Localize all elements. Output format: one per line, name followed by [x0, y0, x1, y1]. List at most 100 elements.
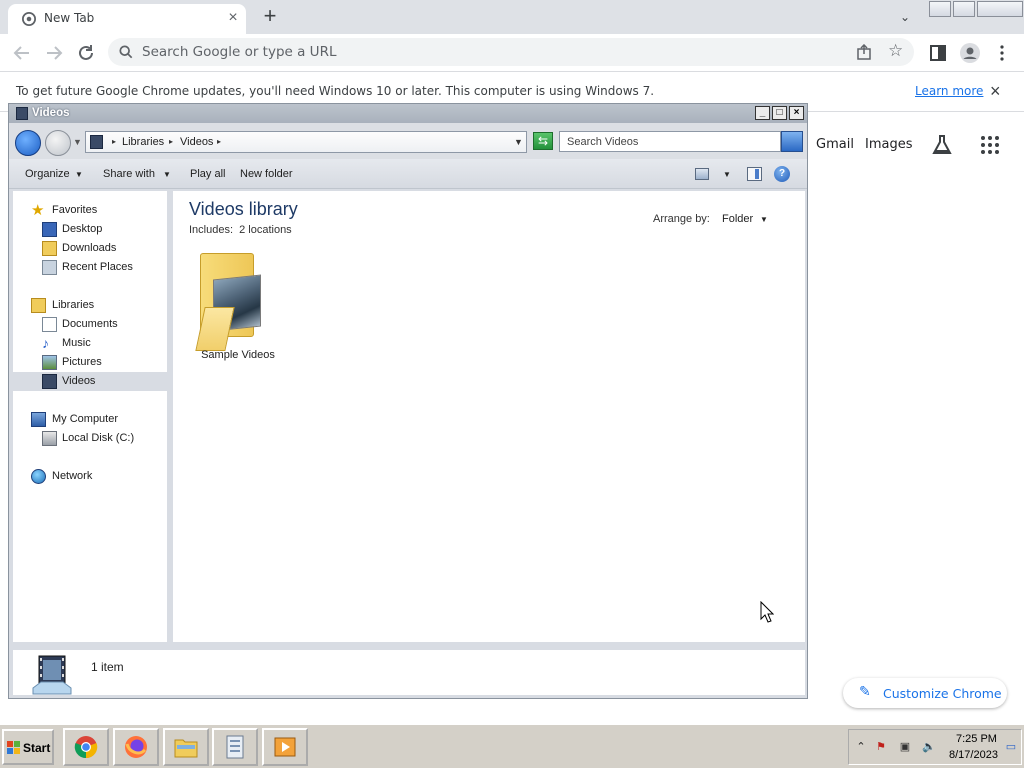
omnibox[interactable]: Search Google or type a URL ☆	[108, 38, 914, 66]
nav-label: Music	[62, 337, 91, 349]
chevron-right-icon[interactable]: ▸	[217, 137, 221, 146]
bookmark-star-icon[interactable]: ☆	[888, 41, 903, 61]
images-link[interactable]: Images	[865, 137, 913, 152]
minimize-button[interactable]: _	[755, 106, 770, 120]
video-library-icon	[16, 107, 28, 120]
forward-arrow-icon[interactable]	[42, 41, 66, 65]
change-view-icon[interactable]	[695, 168, 709, 180]
show-hidden-icons[interactable]: ⌃	[853, 740, 869, 756]
help-icon[interactable]: ?	[774, 166, 790, 182]
arrange-by-dropdown[interactable]: Folder	[722, 213, 753, 225]
show-desktop-icon[interactable]: ▭	[1003, 740, 1019, 756]
nav-item-pictures[interactable]: Pictures	[13, 353, 170, 372]
refresh-button[interactable]: ⇆	[533, 132, 553, 150]
music-icon: ♪	[42, 335, 49, 351]
nav-item-recent-places[interactable]: Recent Places	[13, 258, 170, 277]
share-with-button[interactable]: Share with	[103, 168, 155, 180]
breadcrumb-libraries[interactable]: Libraries	[122, 136, 164, 148]
command-bar: Organize ▼ Share with ▼ Play all New fol…	[9, 159, 807, 189]
action-center-flag-icon[interactable]: ⚑	[873, 740, 889, 756]
chrome-icon	[22, 12, 36, 26]
new-tab-button[interactable]: +	[258, 4, 282, 28]
close-icon[interactable]: ×	[990, 81, 1001, 102]
chevron-down-icon[interactable]: ▼	[760, 215, 768, 224]
system-tray: ⌃ ⚑ ▣ 🔈 7:25 PM 8/17/2023 ▭	[848, 729, 1022, 765]
search-input[interactable]: Search Videos	[559, 131, 781, 152]
video-library-icon	[32, 655, 72, 695]
taskbar-media-player[interactable]	[262, 728, 308, 766]
chrome-window-controls	[927, 1, 1023, 17]
search-icon[interactable]	[781, 131, 803, 152]
nav-label: Libraries	[52, 299, 95, 311]
network-status-icon[interactable]: ▣	[897, 740, 913, 756]
learn-more-link[interactable]: Learn more	[915, 84, 983, 98]
address-dropdown-icon[interactable]: ▼	[514, 137, 523, 147]
chevron-right-icon[interactable]: ▸	[112, 137, 116, 146]
nav-label: My Computer	[52, 413, 119, 425]
nav-item-downloads[interactable]: Downloads	[13, 239, 170, 258]
apps-grid-icon[interactable]	[980, 135, 1000, 155]
labs-flask-icon[interactable]	[930, 133, 954, 157]
taskbar-chrome[interactable]	[63, 728, 109, 766]
play-all-button[interactable]: Play all	[190, 168, 225, 180]
tab-search-button[interactable]: ⌄	[894, 6, 916, 28]
start-button[interactable]: Start	[2, 729, 54, 765]
close-tab-icon[interactable]: ×	[224, 9, 242, 27]
gmail-link[interactable]: Gmail	[816, 137, 854, 152]
chevron-down-icon[interactable]: ▼	[723, 170, 731, 179]
explorer-title-bar[interactable]: Videos _ □ ×	[9, 104, 807, 123]
infobar-message: To get future Google Chrome updates, you…	[16, 84, 655, 98]
close-button[interactable]: ×	[789, 106, 804, 120]
preview-pane-icon[interactable]	[747, 167, 762, 181]
breadcrumb-videos[interactable]: Videos	[180, 136, 213, 148]
clock-date[interactable]: 8/17/2023	[949, 749, 998, 761]
nav-item-documents[interactable]: Documents	[13, 315, 170, 334]
nav-item-favorites[interactable]: ★ Favorites	[13, 201, 170, 220]
nav-item-videos[interactable]: Videos	[13, 372, 170, 391]
nav-label: Recent Places	[62, 261, 133, 273]
star-icon: ★	[31, 202, 45, 219]
profile-avatar-icon[interactable]	[958, 41, 982, 65]
customize-chrome-button[interactable]: ✎ Customize Chrome	[843, 678, 1007, 708]
chrome-tab-bar: New Tab × + ⌄	[0, 0, 1024, 34]
organize-button[interactable]: Organize	[25, 168, 70, 180]
address-bar[interactable]: ▸ Libraries ▸ Videos ▸ ▼	[85, 131, 527, 153]
menu-dots-icon[interactable]	[990, 41, 1014, 65]
documents-icon	[42, 317, 57, 332]
recent-places-icon	[42, 260, 57, 275]
minimize-button[interactable]	[929, 1, 951, 17]
back-button[interactable]	[15, 130, 41, 156]
taskbar-explorer[interactable]	[163, 728, 209, 766]
side-panel-icon[interactable]	[926, 41, 950, 65]
desktop-icon	[42, 222, 57, 237]
back-arrow-icon[interactable]	[10, 41, 34, 65]
chevron-right-icon[interactable]: ▸	[169, 137, 173, 146]
close-window-button[interactable]	[977, 1, 1023, 17]
nav-item-desktop[interactable]: Desktop	[13, 220, 170, 239]
library-includes: Includes: 2 locations	[189, 224, 292, 236]
search-placeholder: Search Videos	[567, 136, 639, 148]
taskbar-document-app[interactable]	[212, 728, 258, 766]
nav-item-libraries[interactable]: Libraries	[13, 296, 170, 315]
taskbar-firefox[interactable]	[113, 728, 159, 766]
nav-label: Downloads	[62, 242, 117, 254]
tab-new-tab[interactable]: New Tab ×	[8, 4, 246, 34]
item-count: 1 item	[91, 660, 124, 674]
volume-muted-icon[interactable]: 🔈	[921, 740, 937, 756]
recent-pages-dropdown[interactable]: ▼	[73, 137, 82, 147]
mouse-cursor-icon	[760, 601, 774, 623]
nav-item-local-disk[interactable]: Local Disk (C:)	[13, 429, 170, 448]
restore-button[interactable]	[953, 1, 975, 17]
forward-button[interactable]	[45, 130, 71, 156]
includes-locations-link[interactable]: 2 locations	[239, 224, 292, 236]
nav-item-network[interactable]: Network	[13, 467, 170, 486]
maximize-button[interactable]: □	[772, 106, 787, 120]
nav-label: Pictures	[62, 356, 102, 368]
nav-item-music[interactable]: ♪ Music	[13, 334, 170, 353]
share-icon[interactable]	[856, 44, 872, 60]
folder-item-sample-videos[interactable]: Sample Videos	[195, 249, 281, 369]
nav-item-my-computer[interactable]: My Computer	[13, 410, 170, 429]
new-folder-button[interactable]: New folder	[240, 168, 293, 180]
reload-icon[interactable]	[74, 41, 98, 65]
clock-time[interactable]: 7:25 PM	[956, 733, 997, 745]
